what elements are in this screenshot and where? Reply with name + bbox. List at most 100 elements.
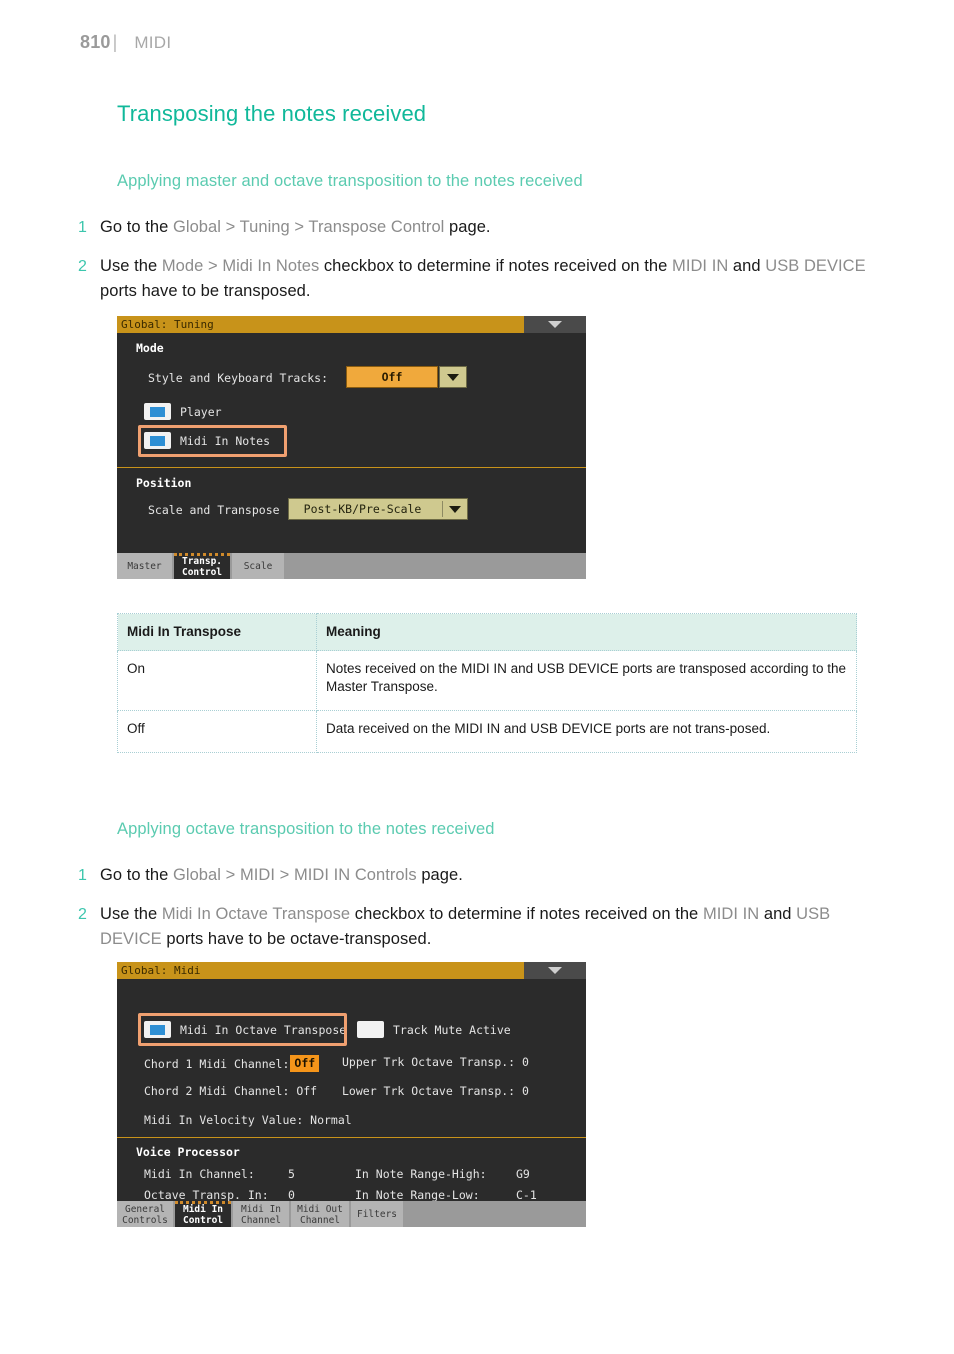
- step-1-a: 1 Go to the Global > Tuning > Transpose …: [78, 215, 878, 240]
- tuning-title: Global: Tuning: [121, 318, 214, 331]
- player-checkbox-row[interactable]: Player: [144, 403, 222, 420]
- step-text-pre: Go to the: [100, 218, 173, 236]
- tab-label-line2: Control: [181, 566, 223, 578]
- step-number: 1: [78, 867, 87, 884]
- tabbar-spacer: [286, 553, 586, 579]
- chord2-midi-channel[interactable]: Chord 2 Midi Channel: Off: [144, 1084, 317, 1098]
- ui-path-sep: >: [203, 257, 223, 275]
- step-text: Go to the Global > Tuning > Transpose Co…: [100, 215, 491, 240]
- midi-in-notes-checkbox-row[interactable]: Midi In Notes: [144, 432, 270, 449]
- table-row: Off Data received on the MIDI IN and USB…: [117, 710, 857, 753]
- step-text: Go to the Global > MIDI > MIDI IN Contro…: [100, 863, 463, 888]
- midi-in-octave-transpose-label: Midi In Octave Transpose: [180, 1022, 347, 1037]
- tab-label-line2: Control: [182, 1214, 224, 1226]
- midi-title: Global: Midi: [121, 964, 201, 977]
- style-keyboard-tracks-label: Style and Keyboard Tracks:: [148, 371, 329, 385]
- tab-midi-in-control[interactable]: Midi In Control: [175, 1201, 231, 1227]
- tab-filters[interactable]: Filters: [351, 1201, 403, 1227]
- midi-in-velocity-value[interactable]: Midi In Velocity Value: Normal: [144, 1113, 352, 1127]
- vp-midi-in-channel-label: Midi In Channel:: [144, 1167, 255, 1181]
- midi-in-notes-checkbox[interactable]: [144, 432, 171, 449]
- step-2-b: 2 Use the Midi In Octave Transpose check…: [78, 902, 868, 952]
- step-text-pre: Use the: [100, 905, 162, 923]
- position-section-label: Position: [136, 476, 192, 490]
- ui-port-usb-device: USB DEVICE: [765, 257, 866, 275]
- step-1-b: 1 Go to the Global > MIDI > MIDI IN Cont…: [78, 863, 878, 888]
- tab-label-line2: Channel: [299, 1214, 341, 1226]
- scale-transpose-dropdown[interactable]: [436, 498, 468, 520]
- tab-label-line1: Transp.: [181, 556, 223, 567]
- chapter-title: MIDI: [134, 33, 172, 52]
- ui-path-sep2: >: [289, 218, 309, 236]
- step-text: Use the Midi In Octave Transpose checkbo…: [100, 902, 868, 952]
- tab-midi-in-channel[interactable]: Midi In Channel: [233, 1201, 289, 1227]
- scale-transpose-value[interactable]: Post-KB/Pre-Scale: [288, 498, 436, 520]
- header-divider: |: [112, 32, 118, 52]
- vp-midi-in-channel-value[interactable]: 5: [288, 1167, 295, 1181]
- step-text-post: ports have to be transposed.: [100, 282, 311, 300]
- midi-in-octave-transpose-checkbox[interactable]: [144, 1021, 171, 1038]
- player-checkbox[interactable]: [144, 403, 171, 420]
- tuning-titlebar: Global: Tuning: [117, 316, 586, 333]
- page-menu-button[interactable]: [524, 962, 586, 979]
- table-cell-value: Off: [117, 710, 317, 753]
- vp-note-range-high-value[interactable]: G9: [516, 1167, 530, 1181]
- step-text-mid2: and: [728, 257, 766, 275]
- page-menu-button[interactable]: [524, 316, 586, 333]
- track-mute-active-checkbox[interactable]: [357, 1021, 384, 1038]
- vp-note-range-high-label: In Note Range-High:: [355, 1167, 487, 1181]
- chevron-down-icon: [548, 967, 562, 974]
- scale-transpose-control[interactable]: Post-KB/Pre-Scale: [288, 498, 468, 520]
- vp-octave-transp-in-value[interactable]: 0: [288, 1188, 295, 1202]
- track-mute-active-row[interactable]: Track Mute Active: [357, 1021, 511, 1038]
- lower-trk-octave-transp[interactable]: Lower Trk Octave Transp.: 0: [342, 1084, 529, 1098]
- step-text-post: page.: [416, 866, 463, 884]
- mode-section-label: Mode: [136, 341, 164, 355]
- chord1-midi-channel-row[interactable]: Chord 1 Midi Channel: Off: [144, 1055, 320, 1072]
- tab-label-line2: Controls: [122, 1214, 168, 1226]
- section-divider: [117, 467, 586, 468]
- ui-path-sep2: >: [274, 866, 294, 884]
- table-header-cell: Midi In Transpose: [117, 613, 317, 651]
- tuning-body: Mode Style and Keyboard Tracks: Off Play…: [117, 333, 586, 553]
- ui-path-midi: MIDI: [239, 866, 275, 884]
- step-number: 1: [78, 219, 87, 236]
- tab-general-controls[interactable]: General Controls: [117, 1201, 173, 1227]
- step-number: 2: [78, 906, 87, 923]
- ui-path-global: Global: [172, 218, 221, 236]
- step-2-a: 2 Use the Mode > Midi In Notes checkbox …: [78, 254, 868, 304]
- section-heading-b: Applying octave transposition to the not…: [117, 820, 495, 838]
- tab-label-line1: Scale: [243, 561, 273, 573]
- ui-path-midi-in-notes: Midi In Notes: [222, 257, 320, 275]
- step-number: 2: [78, 258, 87, 275]
- step-text-post: page.: [444, 218, 491, 236]
- ui-path-tuning: Tuning: [239, 218, 290, 236]
- tab-master[interactable]: Master: [117, 553, 172, 579]
- tabbar-spacer: [405, 1201, 586, 1227]
- tab-label-line1: Midi In: [240, 1204, 282, 1215]
- step-text-pre: Go to the: [100, 866, 173, 884]
- midi-tabbar: General Controls Midi In Control Midi In…: [117, 1201, 586, 1227]
- style-keyboard-tracks-control[interactable]: Off: [346, 366, 467, 388]
- tab-midi-out-channel[interactable]: Midi Out Channel: [291, 1201, 349, 1227]
- style-keyboard-tracks-value[interactable]: Off: [346, 366, 438, 388]
- step-text-pre: Use the: [100, 257, 162, 275]
- player-label: Player: [180, 404, 222, 419]
- tab-transp-control[interactable]: Transp. Control: [174, 553, 230, 579]
- style-keyboard-tracks-dropdown[interactable]: [439, 366, 467, 388]
- upper-trk-octave-transp[interactable]: Upper Trk Octave Transp.: 0: [342, 1055, 529, 1069]
- tab-scale[interactable]: Scale: [232, 553, 284, 579]
- section-heading-a: Applying master and octave transposition…: [117, 172, 583, 190]
- vp-octave-transp-in-label: Octave Transp. In:: [144, 1188, 269, 1202]
- ui-midi-in-octave-transpose: Midi In Octave Transpose: [161, 905, 351, 923]
- tab-label-line1: Midi Out: [297, 1204, 343, 1215]
- vp-note-range-low-value[interactable]: C-1: [516, 1188, 537, 1202]
- table-cell-meaning: Data received on the MIDI IN and USB DEV…: [316, 710, 857, 753]
- ui-path-global: Global: [172, 866, 221, 884]
- chord1-midi-channel-value[interactable]: Off: [290, 1055, 320, 1072]
- ui-path-mode: Mode: [161, 257, 204, 275]
- midi-in-octave-transpose-row[interactable]: Midi In Octave Transpose: [144, 1021, 346, 1038]
- tab-label-line1: Midi In: [182, 1204, 224, 1215]
- table-cell-meaning: Notes received on the MIDI IN and USB DE…: [316, 650, 857, 711]
- device-screenshot-midi: Global: Midi Midi In Octave Transpose Tr…: [117, 962, 586, 1227]
